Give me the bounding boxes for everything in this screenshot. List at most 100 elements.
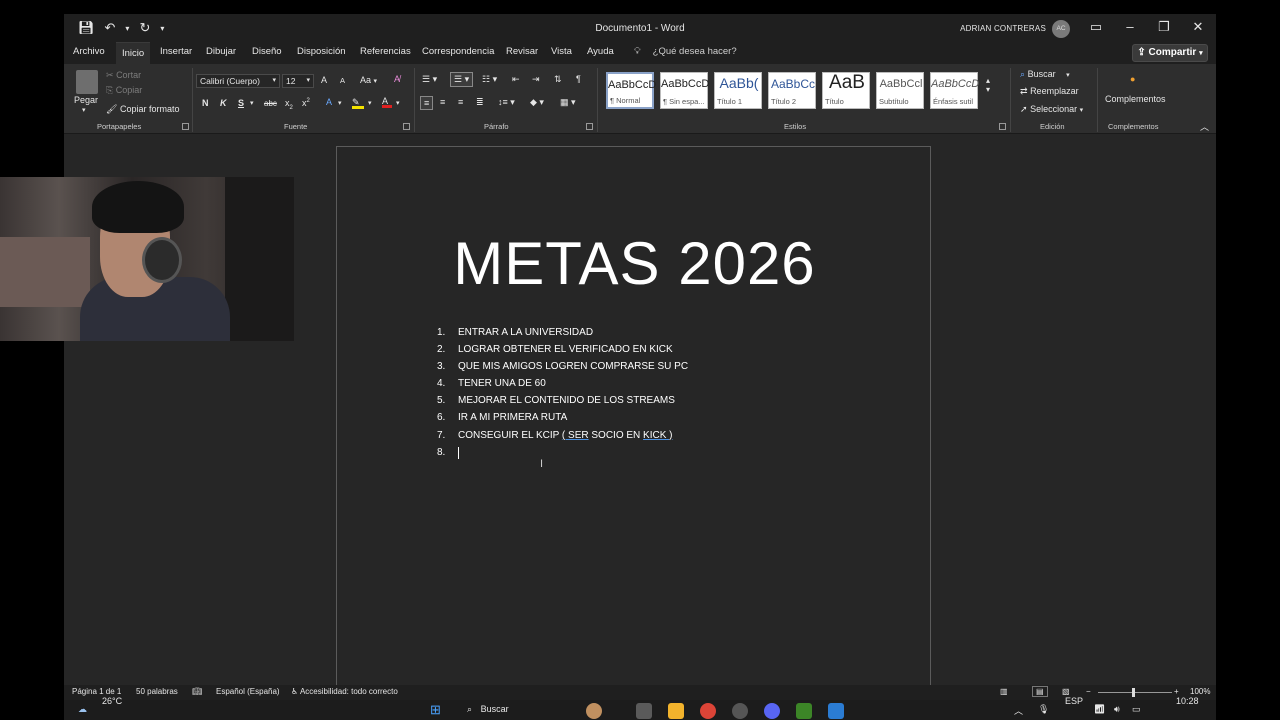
bold-button[interactable]: N <box>202 98 209 108</box>
show-formatting-marks-icon[interactable]: ¶ <box>576 74 581 84</box>
tab-dibujar[interactable]: Dibujar <box>206 46 236 57</box>
change-case-button[interactable]: Aa ▾ <box>360 75 377 85</box>
style-normal[interactable]: AaBbCcD ¶ Normal <box>606 72 656 109</box>
subscript-button[interactable]: x2 <box>285 98 293 111</box>
clock-time[interactable]: 10:28 <box>1176 696 1199 706</box>
print-layout-icon[interactable]: ▤ <box>1032 686 1048 697</box>
replace-button[interactable]: ⇄ Reemplazar <box>1020 86 1079 97</box>
input-language[interactable]: ESP <box>1065 696 1083 706</box>
chevron-down-icon[interactable]: ▾ <box>396 99 400 107</box>
volume-icon[interactable]: 🔊︎ <box>1114 704 1120 715</box>
tab-correspondencia[interactable]: Correspondencia <box>422 46 494 57</box>
highlight-icon[interactable]: ✎ <box>352 97 364 109</box>
list-item[interactable]: 3. QUE MIS AMIGOS LOGREN COMPRARSE SU PC <box>437 361 688 378</box>
tab-ayuda[interactable]: Ayuda <box>587 46 614 57</box>
addins-icon[interactable]: ● <box>1130 74 1135 84</box>
list-item[interactable]: 5. MEJORAR EL CONTENIDO DE LOS STREAMS <box>437 395 688 412</box>
zoom-slider-thumb[interactable] <box>1132 688 1135 697</box>
document-page[interactable]: METAS 2026 1. ENTRAR A LA UNIVERSIDAD 2. L… <box>336 146 931 700</box>
clear-formatting-icon[interactable]: A̸ <box>394 74 400 84</box>
styles-launcher-icon[interactable] <box>999 123 1006 130</box>
minecraft-icon[interactable] <box>796 703 812 719</box>
styles-gallery-more-icon[interactable]: ▴ ▾ <box>986 76 990 94</box>
task-view-icon[interactable] <box>636 703 652 719</box>
chevron-up-icon[interactable]: ︿ <box>1014 704 1023 717</box>
tab-inicio[interactable]: Inicio <box>116 42 151 64</box>
collapse-ribbon-icon[interactable]: ︿ <box>1200 120 1209 133</box>
addins-button[interactable]: Complementos <box>1105 94 1166 104</box>
decrease-indent-icon[interactable]: ⇤ <box>512 74 520 85</box>
close-icon[interactable]: ✕ <box>1186 19 1210 35</box>
weather-temperature[interactable]: 26°C <box>102 696 122 706</box>
zoom-in-button[interactable]: + <box>1174 687 1179 696</box>
zoom-slider[interactable] <box>1098 692 1172 693</box>
style-heading-2[interactable]: AaBbCc Título 2 <box>768 72 816 109</box>
zoom-level[interactable]: 100% <box>1190 687 1210 696</box>
justify-icon[interactable]: ≣ <box>476 97 484 108</box>
app-icon[interactable] <box>732 703 748 719</box>
tell-me-search[interactable]: 💡︎ ¿Qué desea hacer? <box>634 46 737 57</box>
style-title[interactable]: AaB Título <box>822 72 870 109</box>
share-button[interactable]: ⇪ Compartir ▾ <box>1132 44 1208 62</box>
font-launcher-icon[interactable] <box>403 123 410 130</box>
list-item[interactable]: 6. IR A MI PRIMERA RUTA <box>437 412 688 429</box>
paste-button[interactable]: Pegar <box>74 95 98 105</box>
paste-icon[interactable] <box>76 70 98 94</box>
language-status[interactable]: Español (España) <box>216 687 280 696</box>
style-heading-1[interactable]: AaBb( Título 1 <box>714 72 762 109</box>
strikethrough-button[interactable]: abc <box>264 99 277 108</box>
align-center-icon[interactable]: ≡ <box>440 97 445 107</box>
chevron-down-icon[interactable]: ▾ <box>250 99 254 107</box>
increase-indent-icon[interactable]: ⇥ <box>532 74 540 85</box>
tab-vista[interactable]: Vista <box>551 46 572 57</box>
list-item[interactable]: 2. LOGRAR OBTENER EL VERIFICADO EN KICK <box>437 344 688 361</box>
select-button[interactable]: ➚ Seleccionar ▾ <box>1020 104 1083 115</box>
italic-button[interactable]: K <box>220 98 227 108</box>
restore-icon[interactable]: ❐ <box>1152 19 1176 35</box>
align-left-icon[interactable]: ≡ <box>420 96 434 110</box>
font-name-select[interactable]: Calibri (Cuerpo) ▾ <box>196 74 280 88</box>
paragraph-launcher-icon[interactable] <box>586 123 593 130</box>
bullets-icon[interactable]: ☰ ▾ <box>422 74 437 85</box>
proofing-icon[interactable]: 📖︎ <box>192 687 202 696</box>
tab-disposicion[interactable]: Disposición <box>297 46 346 57</box>
superscript-button[interactable]: x2 <box>302 98 310 108</box>
list-item[interactable]: 8. <box>437 446 688 464</box>
taskbar-search[interactable]: ⌕ Buscar <box>467 704 509 715</box>
microphone-icon[interactable]: 🎙︎ <box>1038 704 1049 715</box>
clipboard-launcher-icon[interactable] <box>182 123 189 130</box>
chevron-down-icon[interactable]: ▾ <box>368 99 372 107</box>
sort-icon[interactable]: ⇅ <box>554 74 562 85</box>
list-item[interactable]: 1. ENTRAR A LA UNIVERSIDAD <box>437 327 688 344</box>
grow-font-button[interactable]: A <box>321 75 327 85</box>
chevron-down-icon[interactable]: ▾ <box>82 106 86 114</box>
list-item[interactable]: 4. TENER UNA DE 60 <box>437 378 688 395</box>
shading-icon[interactable]: ◆ ▾ <box>530 97 544 108</box>
numbering-icon[interactable]: ☰ ▾ <box>450 72 474 87</box>
font-size-select[interactable]: 12 ▾ <box>282 74 314 88</box>
underline-button[interactable]: S <box>238 98 244 108</box>
format-painter-button[interactable]: 🖌︎ Copiar formato <box>106 104 179 115</box>
wifi-icon[interactable]: 📶︎ <box>1094 704 1105 715</box>
style-subtitle[interactable]: AaBbCcl Subtítulo <box>876 72 924 109</box>
chevron-down-icon[interactable]: ▾ <box>338 99 342 107</box>
tab-referencias[interactable]: Referencias <box>360 46 411 57</box>
file-explorer-icon[interactable] <box>668 703 684 719</box>
align-right-icon[interactable]: ≡ <box>458 97 463 107</box>
line-spacing-icon[interactable]: ↕≡ ▾ <box>498 97 515 108</box>
user-name[interactable]: ADRIAN CONTRERAS <box>960 24 1046 33</box>
minimize-icon[interactable]: – <box>1118 19 1142 34</box>
tab-revisar[interactable]: Revisar <box>506 46 538 57</box>
windows-start-icon[interactable]: ⊞ <box>430 702 441 718</box>
find-button[interactable]: ⌕ Buscar ▾ <box>1020 69 1070 80</box>
style-subtle-emphasis[interactable]: AaBbCcD Énfasis sutil <box>930 72 979 109</box>
accessibility-status[interactable]: ♿︎ Accesibilidad: todo correcto <box>291 687 398 696</box>
cut-button[interactable]: ✂︎ Cortar <box>106 70 141 81</box>
page-count[interactable]: Página 1 de 1 <box>72 687 121 696</box>
web-layout-icon[interactable]: ▧ <box>1062 687 1070 696</box>
zoom-out-button[interactable]: − <box>1086 687 1091 696</box>
copy-button[interactable]: ⎘ Copiar <box>106 85 142 96</box>
discord-icon[interactable] <box>764 703 780 719</box>
borders-icon[interactable]: ▦ ▾ <box>560 97 576 108</box>
taskbar-widget-icon[interactable] <box>586 703 602 719</box>
